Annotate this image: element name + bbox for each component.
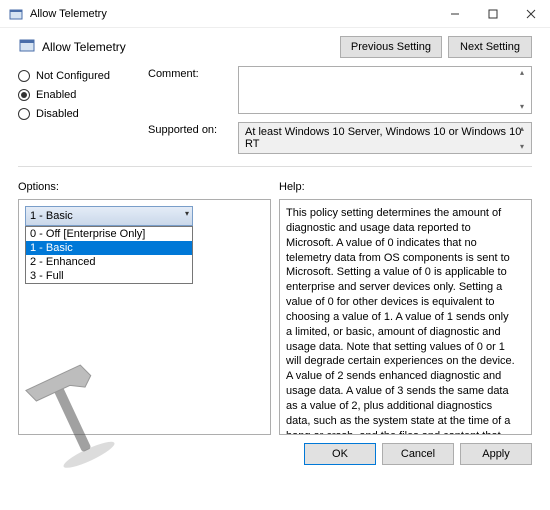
cancel-button[interactable]: Cancel: [382, 443, 454, 465]
app-icon: [8, 6, 24, 22]
minimize-button[interactable]: [436, 0, 474, 28]
dropdown-option[interactable]: 2 - Enhanced: [26, 255, 192, 269]
next-setting-button[interactable]: Next Setting: [448, 36, 532, 58]
dropdown-option[interactable]: 3 - Full: [26, 269, 192, 283]
radio-disabled[interactable]: Disabled: [18, 108, 138, 120]
window-title: Allow Telemetry: [30, 8, 436, 20]
help-label: Help:: [279, 177, 532, 199]
comment-label: Comment:: [148, 66, 230, 114]
options-pane: 1 - Basic ▾ 0 - Off [Enterprise Only] 1 …: [18, 199, 271, 435]
radio-enabled[interactable]: Enabled: [18, 89, 138, 101]
dropdown-list[interactable]: 0 - Off [Enterprise Only] 1 - Basic 2 - …: [25, 226, 193, 284]
radio-label: Enabled: [36, 89, 76, 101]
policy-title: Allow Telemetry: [42, 40, 126, 54]
scrollbar[interactable]: ▴▾: [514, 124, 530, 152]
titlebar: Allow Telemetry: [0, 0, 550, 28]
dropdown-option[interactable]: 0 - Off [Enterprise Only]: [26, 227, 192, 241]
chevron-down-icon: ▾: [185, 209, 189, 218]
divider: [18, 166, 532, 167]
dialog-footer: OK Cancel Apply: [0, 435, 550, 473]
comment-textarea[interactable]: ▴▾: [238, 66, 532, 114]
options-label: Options:: [18, 177, 271, 199]
apply-button[interactable]: Apply: [460, 443, 532, 465]
scrollbar[interactable]: ▴▾: [514, 68, 530, 112]
maximize-button[interactable]: [474, 0, 512, 28]
radio-label: Not Configured: [36, 70, 110, 82]
radio-not-configured[interactable]: Not Configured: [18, 70, 138, 82]
dropdown-option[interactable]: 1 - Basic: [26, 241, 192, 255]
telemetry-level-dropdown[interactable]: 1 - Basic ▾: [25, 206, 193, 226]
policy-icon: [18, 36, 36, 57]
help-text: This policy setting determines the amoun…: [279, 199, 532, 435]
previous-setting-button[interactable]: Previous Setting: [340, 36, 442, 58]
supported-on-value: At least Windows 10 Server, Windows 10 o…: [238, 122, 532, 154]
radio-label: Disabled: [36, 108, 79, 120]
ok-button[interactable]: OK: [304, 443, 376, 465]
close-button[interactable]: [512, 0, 550, 28]
supported-on-label: Supported on:: [148, 122, 230, 154]
